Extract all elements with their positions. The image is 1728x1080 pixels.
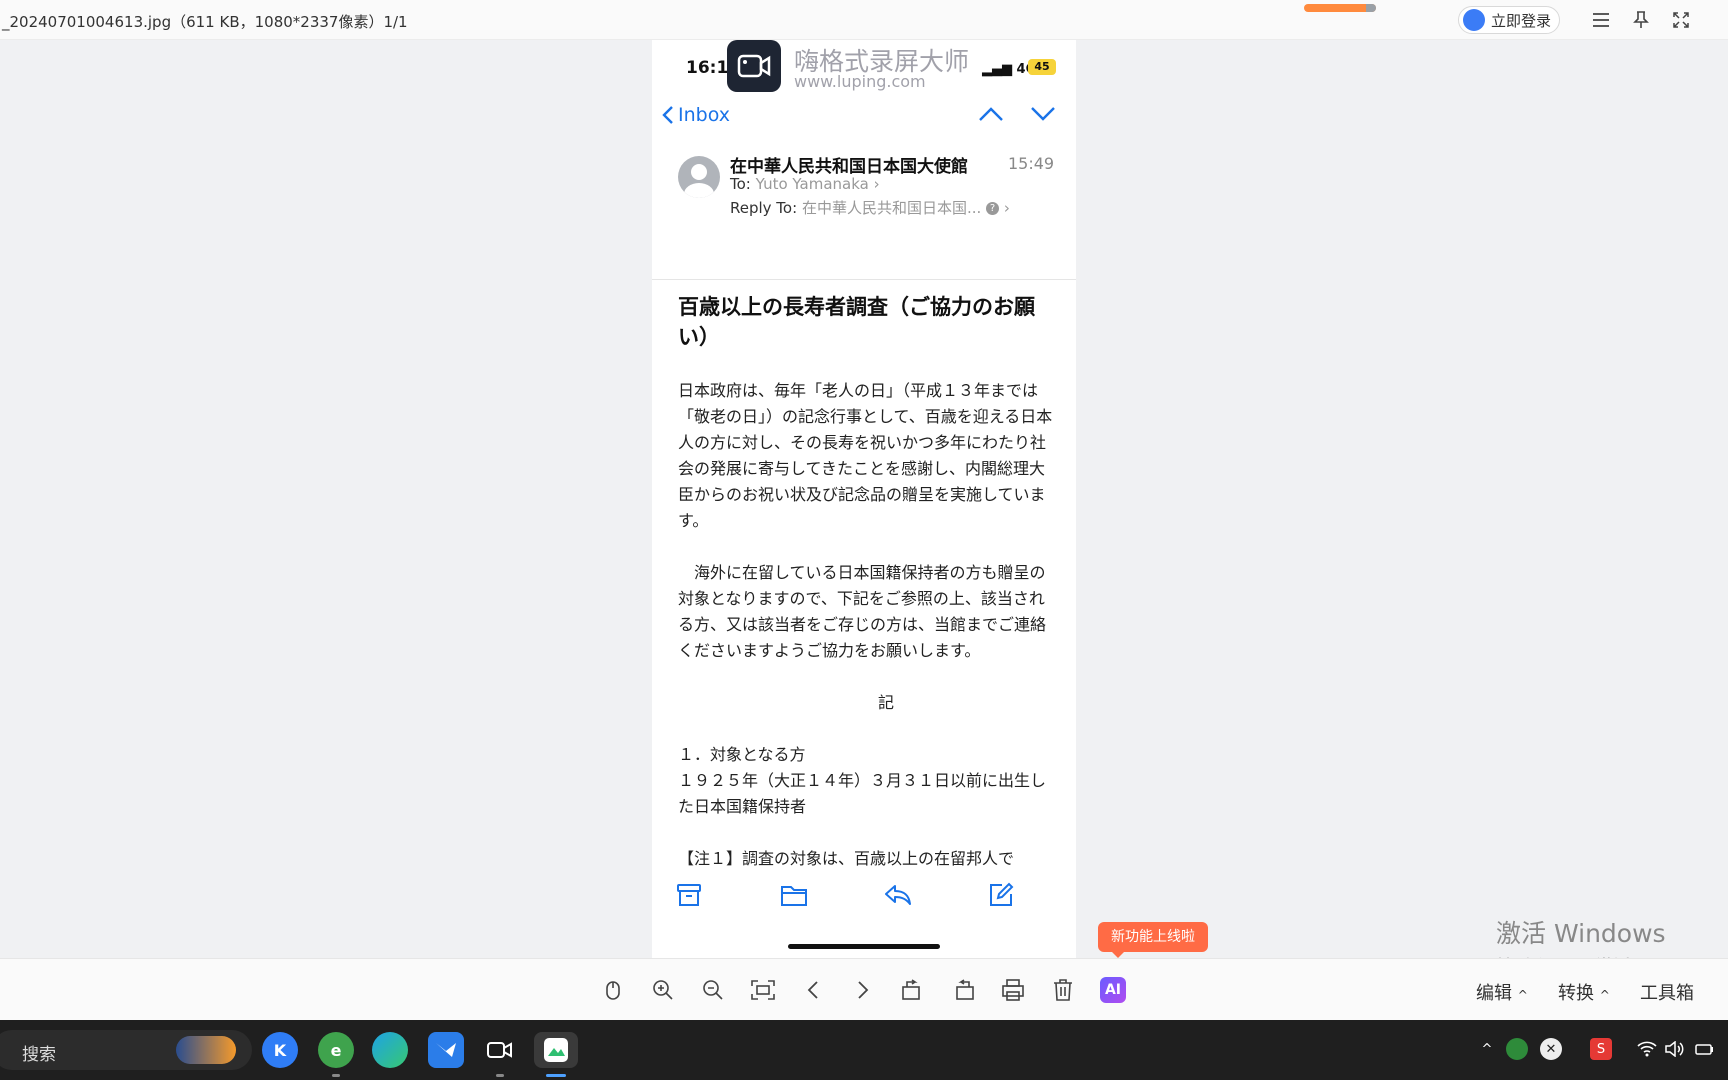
mail-toolbar: [652, 870, 1076, 958]
progress-indicator: [1304, 4, 1376, 12]
previous-message-button[interactable]: [978, 106, 1004, 126]
next-message-button[interactable]: [1030, 106, 1056, 126]
rotate-left-icon[interactable]: [900, 977, 926, 1003]
compose-icon[interactable]: [988, 882, 1016, 910]
chevron-right-icon: ›: [873, 175, 880, 193]
zoom-in-icon[interactable]: [650, 977, 676, 1003]
back-to-inbox-button[interactable]: Inbox: [662, 104, 730, 126]
body-paragraph-1: 日本政府は、毎年「老人の日」（平成１３年までは「敬老の日」）の記念行事として、百…: [678, 381, 1053, 530]
toolbox-button[interactable]: 工具箱: [1640, 979, 1694, 1005]
new-feature-tooltip[interactable]: 新功能上线啦: [1098, 922, 1208, 958]
edit-menu[interactable]: 编辑 ^: [1476, 979, 1528, 1005]
chevron-up-icon: [979, 107, 1003, 121]
mail-nav-bar: Inbox: [652, 96, 1076, 140]
message-time: 15:49: [1008, 154, 1055, 173]
kuaiya-icon[interactable]: K: [262, 1032, 298, 1068]
feishu-icon[interactable]: [428, 1032, 464, 1068]
reply-to-address: 在中華人民共和国日本国...: [801, 199, 982, 217]
user-avatar-icon: [1463, 9, 1485, 31]
home-indicator: [788, 944, 940, 949]
inbox-label: Inbox: [678, 104, 730, 126]
item-1-title: １．対象となる方: [678, 745, 806, 764]
message-subject: 百歳以上の長寿者調査（ご協力のお願い）: [678, 295, 1035, 349]
folder-icon[interactable]: [780, 882, 808, 910]
note-1: 【注１】調査の対象は、百歳以上の在留邦人で: [678, 849, 1015, 868]
phone-screenshot: 16:10 嗨格式录屏大师 www.luping.com ▂▄▆ 4G 45 I…: [652, 40, 1076, 958]
search-banner-icon: [176, 1036, 236, 1064]
menu-icon[interactable]: [1590, 9, 1612, 31]
chevron-up-icon: ^: [1599, 988, 1610, 1002]
delete-icon[interactable]: [1050, 977, 1076, 1003]
sogou-input-icon[interactable]: S: [1590, 1038, 1612, 1060]
video-recorder-icon[interactable]: [482, 1032, 518, 1068]
windows-taskbar: 搜索 K e ^ ✕ S: [0, 1020, 1728, 1080]
prev-icon[interactable]: [800, 977, 826, 1003]
convert-menu[interactable]: 转换 ^: [1558, 979, 1610, 1005]
reply-icon[interactable]: [884, 882, 912, 910]
archive-icon[interactable]: [676, 882, 704, 910]
viewer-title-bar: _20240701004613.jpg（611 KB，1080*2337像素）1…: [0, 0, 1728, 40]
chevron-left-icon: [662, 106, 673, 124]
edge-icon[interactable]: [372, 1032, 408, 1068]
ai-button[interactable]: AI: [1100, 977, 1126, 1003]
browser-e-icon[interactable]: e: [318, 1032, 354, 1068]
fullscreen-icon[interactable]: [1670, 9, 1692, 31]
reply-to-line[interactable]: Reply To: 在中華人民共和国日本国... ? ›: [730, 197, 1010, 218]
rotate-right-icon[interactable]: [950, 977, 976, 1003]
pin-icon[interactable]: [1630, 9, 1652, 31]
question-icon: ?: [986, 202, 1000, 215]
chevron-down-icon: [1031, 107, 1055, 121]
hand-tool-icon[interactable]: [600, 977, 626, 1003]
login-button[interactable]: 立即登录: [1458, 6, 1560, 34]
volume-icon[interactable]: [1664, 1038, 1686, 1060]
sender-name[interactable]: 在中華人民共和国日本国大使館: [730, 152, 968, 177]
sender-avatar: [678, 156, 720, 198]
file-name: _20240701004613.jpg（611 KB，1080*2337像素）1…: [2, 13, 408, 31]
fit-screen-icon[interactable]: [750, 977, 776, 1003]
recipient-name: Yuto Yamanaka: [755, 175, 869, 193]
chevron-up-icon[interactable]: ^: [1476, 1038, 1498, 1060]
screen-recorder-icon: [727, 40, 781, 92]
item-1-text: １９２５年（大正１４年）３月３１日以前に出生した日本国籍保持者: [678, 771, 1047, 816]
battery-badge: 45: [1028, 59, 1056, 75]
wifi-icon[interactable]: [1636, 1038, 1658, 1060]
message-body: 百歳以上の長寿者調査（ご協力のお願い） 日本政府は、毎年「老人の日」（平成１３年…: [678, 292, 1054, 872]
watermark-url: www.luping.com: [794, 72, 926, 91]
zoom-out-icon[interactable]: [700, 977, 726, 1003]
close-circle-icon[interactable]: ✕: [1540, 1038, 1562, 1060]
body-paragraph-2: 海外に在留している日本国籍保持者の方も贈呈の対象となりますので、下記をご参照の上…: [678, 563, 1047, 660]
message-header: 在中華人民共和国日本国大使館 15:49 To: Yuto Yamanaka ›…: [652, 152, 1076, 280]
tray-app-icon[interactable]: [1506, 1038, 1528, 1060]
chevron-right-icon: ›: [1003, 199, 1010, 217]
taskbar-search[interactable]: 搜索: [0, 1030, 252, 1070]
recipient-line[interactable]: To: Yuto Yamanaka ›: [730, 175, 880, 193]
body-ki: 記: [877, 693, 894, 712]
search-placeholder: 搜索: [22, 1045, 56, 1065]
battery-icon[interactable]: [1694, 1038, 1716, 1060]
login-label: 立即登录: [1491, 11, 1552, 30]
print-icon[interactable]: [1000, 977, 1026, 1003]
status-bar: 16:10 嗨格式录屏大师 www.luping.com ▂▄▆ 4G 45: [652, 40, 1076, 92]
next-icon[interactable]: [850, 977, 876, 1003]
chevron-up-icon: ^: [1517, 988, 1528, 1002]
viewer-toolbar: AI 编辑 ^ 转换 ^ 工具箱: [0, 958, 1728, 1020]
image-viewer-icon[interactable]: [534, 1032, 578, 1068]
